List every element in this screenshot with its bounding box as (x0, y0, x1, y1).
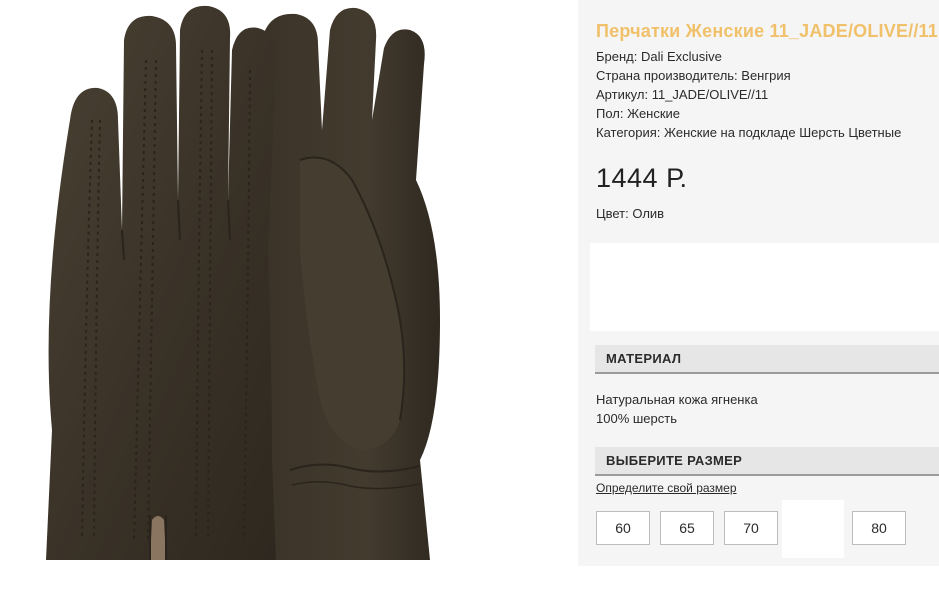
product-meta: Бренд: Dali Exclusive Страна производите… (596, 47, 901, 142)
size-heading: ВЫБЕРИТЕ РАЗМЕР (595, 447, 939, 476)
product-brand: Бренд: Dali Exclusive (596, 49, 722, 64)
blank-panel (590, 243, 939, 331)
leather-gloves-photo (46, 5, 440, 561)
material-line: Натуральная кожа ягненка (596, 392, 758, 407)
product-info-panel: Перчатки Женские 11_JADE/OLIVE//11 Бренд… (578, 0, 939, 566)
product-category: Категория: Женские на подкладе Шерсть Цв… (596, 125, 902, 140)
size-option-70[interactable]: 70 (724, 511, 778, 545)
front-glove (46, 5, 277, 561)
product-title: Перчатки Женские 11_JADE/OLIVE//11 (596, 21, 938, 41)
product-color: Цвет: Олив (596, 206, 665, 221)
product-country: Страна производитель: Венгрия (596, 68, 791, 83)
product-gender: Пол: Женские (596, 106, 681, 121)
material-line: 100% шерсть (596, 411, 677, 426)
size-option-blank (782, 500, 844, 558)
material-list: Натуральная кожа ягненка 100% шерсть (596, 390, 758, 428)
size-guide-link[interactable]: Определите свой размер (596, 481, 737, 495)
product-price: 1444 Р. (596, 163, 688, 193)
size-option-80[interactable]: 80 (852, 511, 906, 545)
size-option-65[interactable]: 65 (660, 511, 714, 545)
size-option-60[interactable]: 60 (596, 511, 650, 545)
back-glove (253, 7, 440, 561)
material-heading: МАТЕРИАЛ (595, 345, 939, 374)
product-image[interactable] (0, 0, 578, 566)
product-article: Артикул: 11_JADE/OLIVE//11 (596, 87, 769, 102)
